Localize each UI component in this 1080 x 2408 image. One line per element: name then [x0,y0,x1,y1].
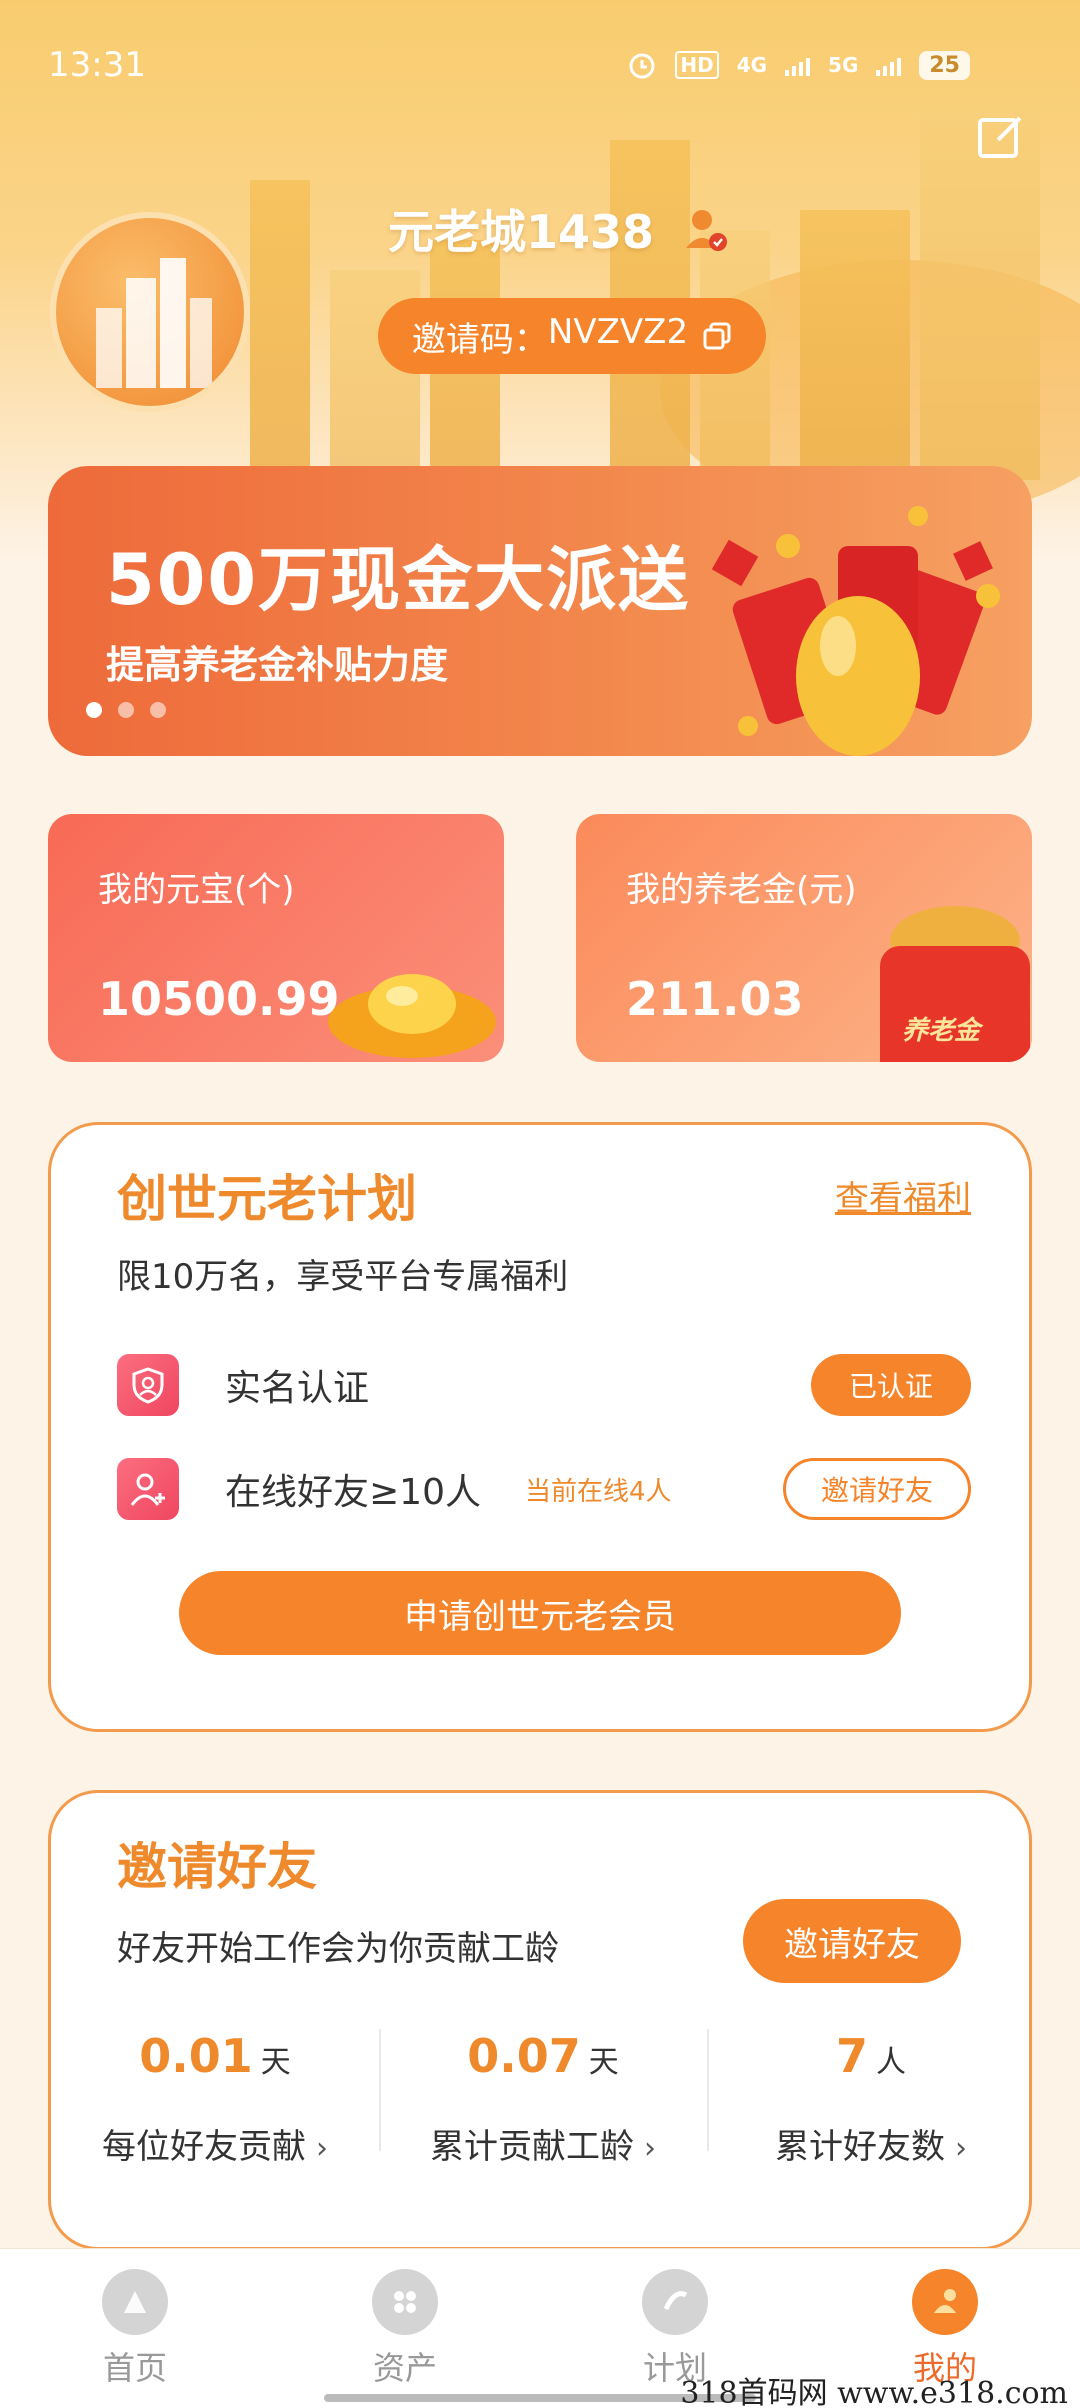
tab-assets[interactable]: 资产 [270,2249,540,2408]
copy-icon[interactable] [702,321,732,351]
status-icons: HD 4G 5G 25 [627,50,970,80]
plan-title: 创世元老计划 [117,1170,417,1228]
plan-row-verification: 实名认证 已认证 [117,1353,971,1417]
chevron-right-icon: › [316,2131,328,2166]
invite-title: 邀请好友 [117,1838,317,1896]
verification-label: 实名认证 [225,1368,370,1409]
stat-unit: 人 [876,2045,906,2080]
tab-home[interactable]: 首页 [0,2249,270,2408]
profile-icon [912,2269,978,2335]
status-time: 13:31 [48,45,146,85]
banner-pagination [86,702,166,718]
plan-row-online-friends: 在线好友≥10人 当前在线4人 邀请好友 [117,1457,971,1521]
pagination-dot[interactable] [86,702,102,718]
banner-subtitle: 提高养老金补贴力度 [106,643,449,687]
gold-ingot-icon [328,974,496,1058]
network-4g-label: 4G [736,53,768,77]
stat-total-seniority[interactable]: 0.07 天 累计贡献工龄 › [379,2029,707,2168]
stat-value: 0.01 [139,2029,253,2083]
watermark-text: 318首码网 www.e318.com [680,2376,1068,2408]
apply-founder-member-button[interactable]: 申请创世元老会员 [179,1571,901,1655]
pension-tag: 养老金 [902,1016,981,1046]
add-user-icon [117,1458,179,1520]
signal-icon [785,54,811,76]
stat-value: 7 [835,2029,868,2083]
banner-title: 500万现金大派送 [106,539,691,621]
plan-icon [642,2269,708,2335]
stat-label: 累计好友数 [775,2127,945,2167]
plan-description: 限10万名，享受平台专属福利 [117,1257,569,1297]
pension-title: 我的养老金(元) [626,870,857,910]
online-friends-hint: 当前在线4人 [524,1476,672,1507]
pagination-dot[interactable] [150,702,166,718]
status-bar: 13:31 HD 4G 5G 25 [0,0,1080,130]
founder-plan-card: 创世元老计划 查看福利 限10万名，享受平台专属福利 实名认证 已认证 在线好友… [48,1122,1032,1732]
stat-per-friend[interactable]: 0.01 天 每位好友贡献 › [51,2029,379,2168]
edit-icon[interactable] [976,114,1024,162]
yuanbao-title: 我的元宝(个) [98,870,295,910]
username: 元老城1438 [388,205,655,259]
stat-unit: 天 [260,2045,291,2080]
tab-label: 资产 [372,2349,437,2387]
invite-stats: 0.01 天 每位好友贡献 › 0.07 天 累计贡献工龄 › 7人 累计好友数 › [51,2029,1035,2168]
avatar[interactable] [50,212,250,412]
yuanbao-value: 10500.99 [98,972,340,1026]
battery-indicator: 25 [919,50,970,80]
invite-description: 好友开始工作会为你贡献工龄 [117,1929,559,1969]
assets-icon [372,2269,438,2335]
chevron-right-icon: › [644,2131,656,2166]
online-friends-label: 在线好友≥10人 [225,1472,481,1513]
stat-friend-count[interactable]: 7人 累计好友数 › [707,2029,1035,2168]
view-benefits-link[interactable]: 查看福利 [835,1171,971,1220]
invite-code-label: 邀请码： [411,319,548,360]
pension-pot-illustration: 养老金 [880,906,1030,1062]
invite-friends-button[interactable]: 邀请好友 [743,1899,961,1983]
invite-code-value: NVZVZ2 [547,311,689,352]
hd-badge: HD [675,51,719,79]
network-5g-label: 5G [828,53,859,77]
stat-unit: 天 [588,2045,619,2080]
shield-user-icon [117,1354,179,1416]
stat-value: 0.07 [467,2029,581,2083]
home-icon [102,2269,168,2335]
tab-label: 首页 [102,2349,167,2387]
invite-friends-button[interactable]: 邀请好友 [783,1458,971,1520]
alarm-icon [629,53,655,79]
signal-icon [876,54,902,76]
invite-code-pill[interactable]: 邀请码： NVZVZ2 [378,298,766,374]
stat-label: 累计贡献工龄 [430,2127,634,2167]
verified-button[interactable]: 已认证 [811,1354,971,1416]
promo-banner[interactable]: 500万现金大派送 提高养老金补贴力度 [48,466,1032,756]
pension-value: 211.03 [626,972,804,1026]
red-envelope-egg-illustration [711,506,1000,756]
verified-user-icon [686,210,727,251]
invite-friends-card: 邀请好友 好友开始工作会为你贡献工龄 邀请好友 0.01 天 每位好友贡献 › 0.… [48,1790,1032,2250]
stat-label: 每位好友贡献 [102,2127,306,2167]
pagination-dot[interactable] [118,702,134,718]
yuanbao-card[interactable]: 我的元宝(个) 10500.99 [48,814,504,1062]
chevron-right-icon: › [955,2131,967,2166]
pension-card[interactable]: 我的养老金(元) 211.03 养老金 [576,814,1032,1062]
